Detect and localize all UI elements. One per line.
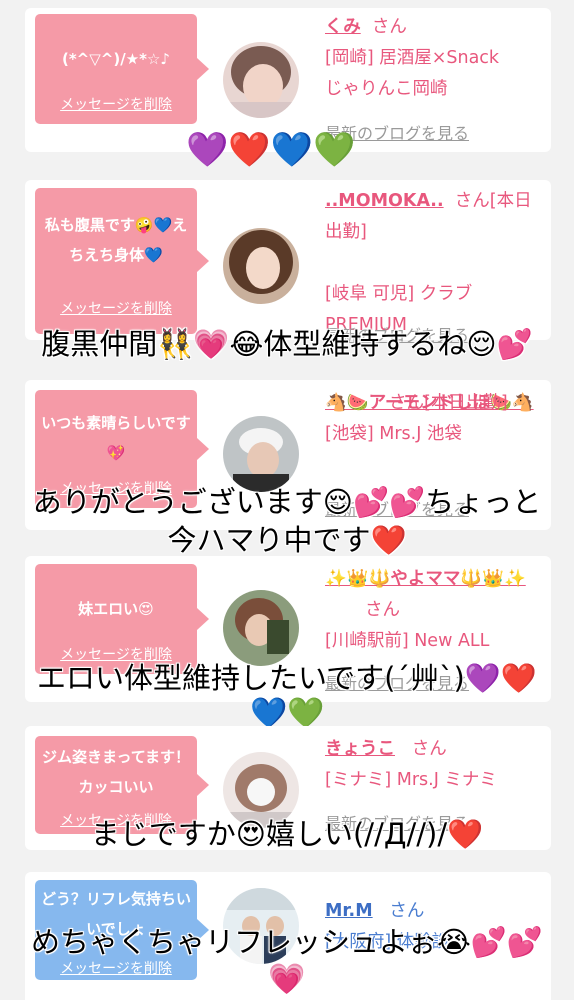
user-name-link[interactable]: ..MOMOKA..	[325, 191, 444, 211]
message-text: 私も腹黒です🤪💙えちえち身体💙	[44, 216, 188, 264]
shop-location: [ミナミ] Mrs.J ミナミ	[325, 770, 497, 790]
shop-location: [岐阜 可児] クラブ	[325, 284, 473, 304]
user-info: くみ さん [岡崎] 居酒屋×Snack じゃりんこ岡崎	[325, 12, 547, 105]
message-text: (*^▽^)/★*☆♪	[61, 50, 171, 68]
user-info: ..MOMOKA.. さん[本日出勤] [岐阜 可児] クラブ PREMIUM	[325, 186, 547, 341]
avatar[interactable]	[223, 416, 299, 492]
message-card: 私も腹黒です🤪💙えちえち身体💙 メッセージを削除 ..MOMOKA.. さん[本…	[25, 180, 551, 345]
shop-location: [池袋] Mrs.J 池袋	[325, 424, 462, 444]
overlay-caption-5: まじですか😍嬉しい(//Д//)/❤️	[90, 817, 484, 851]
overlay-caption-1: 💜❤️💙💚	[186, 130, 356, 170]
honorific: さん[本日出勤]	[389, 393, 508, 413]
honorific: さん	[411, 739, 447, 759]
honorific: さん	[365, 600, 400, 620]
honorific: さん	[389, 901, 425, 921]
user-name-link[interactable]: きょうこ	[325, 739, 395, 759]
message-bubble: 妹エロい😍 メッセージを削除	[35, 564, 209, 674]
avatar[interactable]	[223, 42, 299, 118]
user-info: きょうこ さん [ミナミ] Mrs.J ミナミ	[325, 734, 547, 796]
user-name-link[interactable]: くみ	[325, 17, 361, 37]
overlay-caption-2: 腹黒仲間👯‍♀️💗😂体型維持するね😌💕	[41, 327, 533, 361]
shop-name: じゃりんこ岡崎	[325, 79, 448, 99]
overlay-caption-3b: 今ハマり中です❤️	[167, 523, 407, 557]
user-name-link[interactable]: ✨👑🔱やよママ🔱👑✨	[325, 564, 547, 595]
avatar[interactable]	[223, 228, 299, 304]
message-bubble: (*^▽^)/★*☆♪ メッセージを削除	[35, 14, 209, 124]
message-text: 妹エロい😍	[78, 600, 154, 618]
message-text: いつも素晴らしいです💖	[41, 414, 191, 462]
shop-location: [川崎駅前] New ALL	[325, 631, 490, 651]
message-text: ジム姿きまってます！カッコいい	[42, 748, 190, 796]
user-name-link[interactable]: Mr.M	[325, 901, 373, 921]
overlay-caption-6a: めちゃくちゃリフレッシュよぉ😭💕💕	[30, 925, 544, 959]
honorific: さん	[371, 17, 407, 37]
message-bubble: 私も腹黒です🤪💙えちえち身体💙 メッセージを削除	[35, 188, 209, 334]
delete-message-link[interactable]: メッセージを削除	[35, 298, 197, 318]
delete-message-link[interactable]: メッセージを削除	[35, 94, 197, 114]
delete-message-link[interactable]: メッセージを削除	[35, 958, 197, 978]
overlay-caption-6b: 💗	[268, 962, 306, 997]
overlay-caption-3a: ありがとうございます😌💕💕ちょっと	[32, 485, 542, 519]
avatar[interactable]	[223, 590, 299, 666]
user-info: 🐴🍉アーモンドしほ🍉🐴 さん[本日出勤] [池袋] Mrs.J 池袋	[325, 388, 547, 450]
user-info: ✨👑🔱やよママ🔱👑✨ さん [川崎駅前] New ALL	[325, 564, 547, 657]
overlay-caption-4a: エロい体型維持したいです(´艸`)💜❤️	[37, 661, 537, 695]
shop-location: [岡崎] 居酒屋×Snack	[325, 48, 500, 68]
